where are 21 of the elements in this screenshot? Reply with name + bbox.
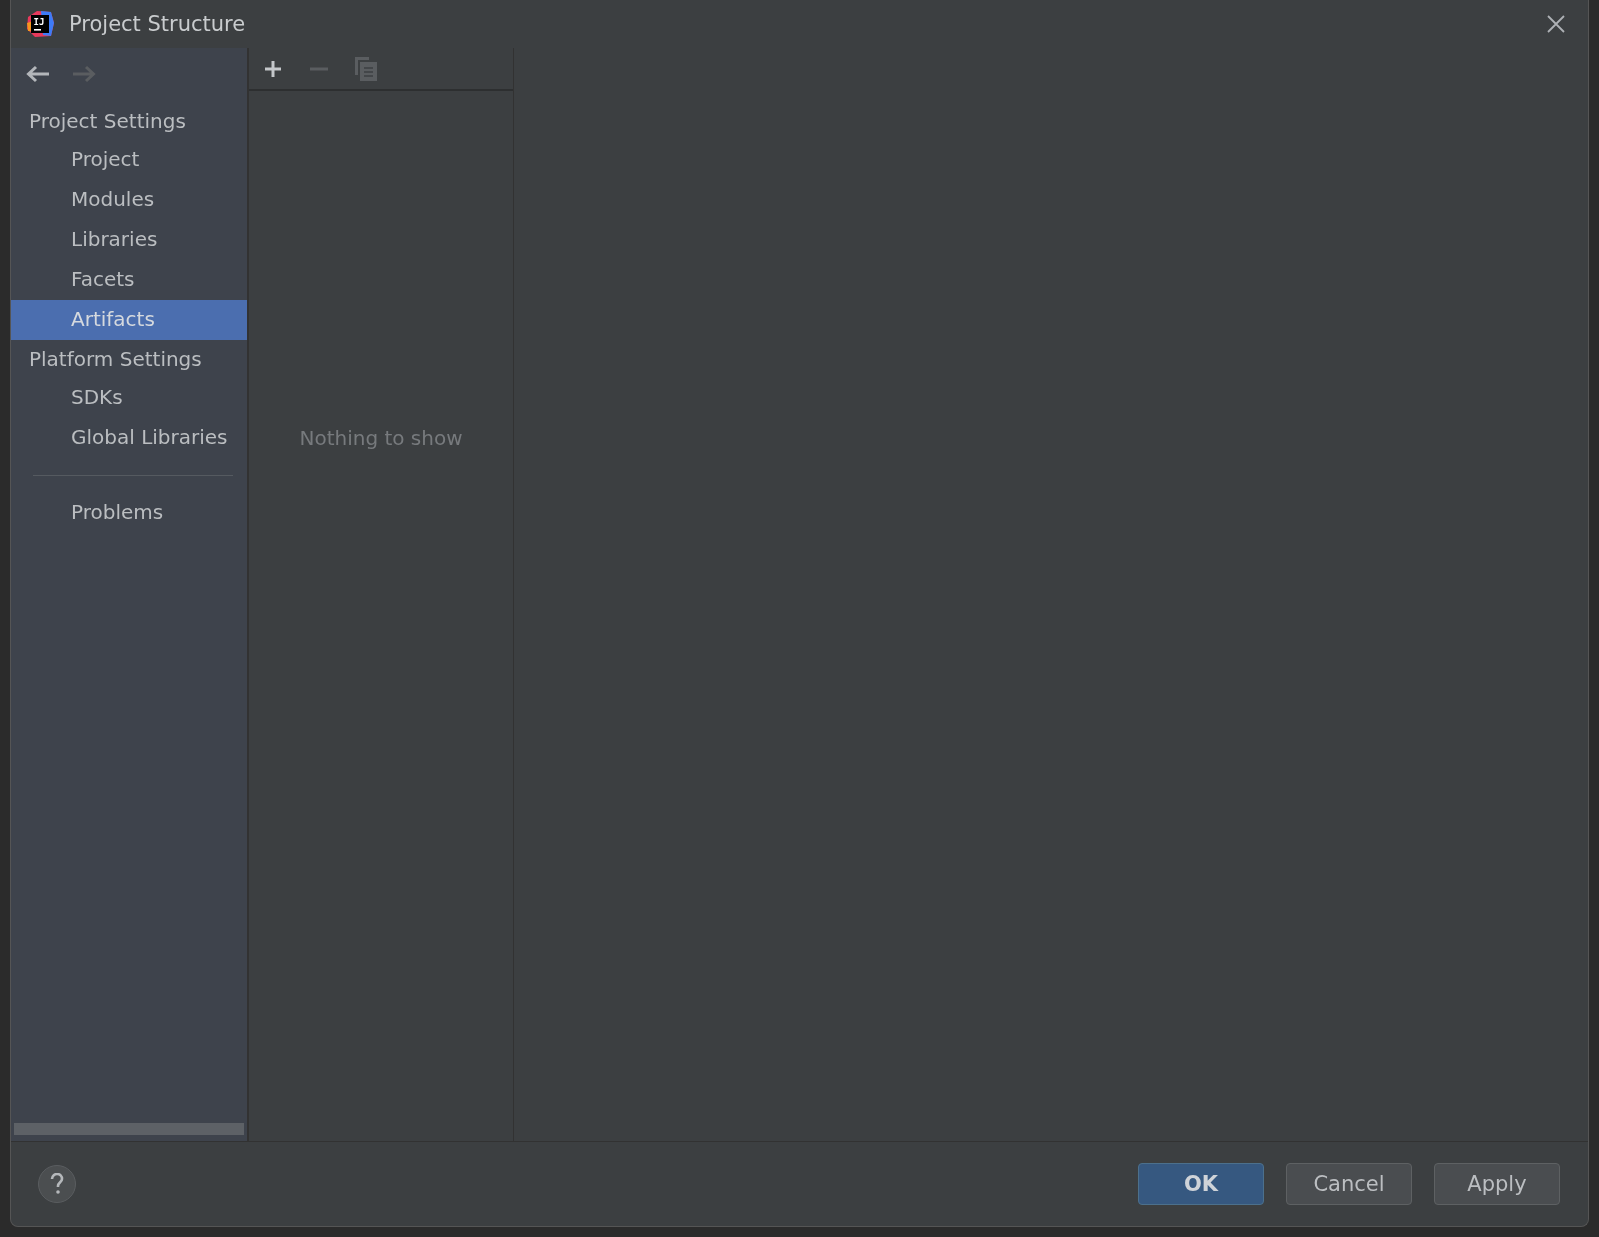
sidebar-section-header: Platform Settings xyxy=(28,346,203,373)
sidebar-item[interactable]: Libraries xyxy=(11,220,247,260)
sidebar-item[interactable]: SDKs xyxy=(11,378,247,418)
empty-list-message: Nothing to show xyxy=(299,426,463,452)
ok-button[interactable]: OK xyxy=(1138,1163,1264,1205)
sidebar-item[interactable]: Global Libraries xyxy=(11,418,247,458)
sidebar-item[interactable]: Project xyxy=(11,140,247,180)
help-icon[interactable] xyxy=(38,1165,76,1203)
back-arrow-icon[interactable] xyxy=(25,64,51,84)
sidebar-item[interactable]: Modules xyxy=(11,180,247,220)
sidebar-section-header: Project Settings xyxy=(28,108,187,135)
sidebar-item[interactable]: Artifacts xyxy=(11,300,247,340)
add-icon[interactable] xyxy=(263,58,283,79)
sidebar-item[interactable]: Problems xyxy=(11,493,247,533)
dialog-button[interactable]: Apply xyxy=(1434,1163,1560,1205)
close-icon[interactable] xyxy=(1546,14,1566,34)
dialog-button[interactable]: Cancel xyxy=(1286,1163,1412,1205)
app-logo-icon: IJ xyxy=(25,9,55,39)
scrollbar[interactable] xyxy=(14,1123,244,1135)
sidebar-item[interactable]: Facets xyxy=(11,260,247,300)
window-title: Project Structure xyxy=(69,12,247,36)
